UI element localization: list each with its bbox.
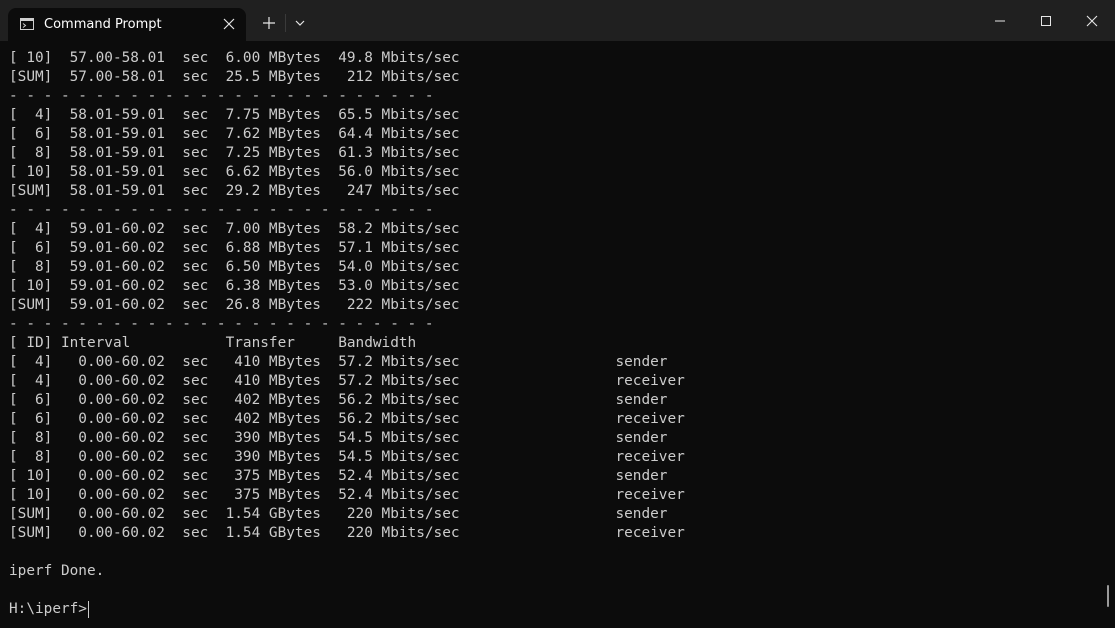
terminal-line: [ 8] 0.00-60.02 sec 390 MBytes 54.5 Mbit… — [9, 430, 668, 446]
title-separator — [285, 14, 286, 32]
terminal-line: - - - - - - - - - - - - - - - - - - - - … — [9, 316, 434, 332]
terminal-line: [SUM] 59.01-60.02 sec 26.8 MBytes 222 Mb… — [9, 297, 460, 313]
terminal-line: [ 6] 0.00-60.02 sec 402 MBytes 56.2 Mbit… — [9, 392, 668, 408]
terminal-line: [SUM] 57.00-58.01 sec 25.5 MBytes 212 Mb… — [9, 69, 460, 85]
terminal-icon — [20, 18, 34, 30]
prompt-text: H:\iperf> — [9, 601, 87, 617]
terminal-line: [ 8] 58.01-59.01 sec 7.25 MBytes 61.3 Mb… — [9, 145, 460, 161]
terminal-line: [ 4] 58.01-59.01 sec 7.75 MBytes 65.5 Mb… — [9, 107, 460, 123]
terminal-line: [ 4] 0.00-60.02 sec 410 MBytes 57.2 Mbit… — [9, 373, 685, 389]
terminal-window: Command Prompt [ 10] 57.00-58.01 sec 6.0… — [0, 0, 1115, 628]
plus-icon[interactable] — [260, 14, 278, 32]
terminal-line: - - - - - - - - - - - - - - - - - - - - … — [9, 88, 434, 104]
terminal-line: [ 6] 58.01-59.01 sec 7.62 MBytes 64.4 Mb… — [9, 126, 460, 142]
scrollbar-thumb[interactable] — [1107, 585, 1109, 607]
terminal-line: - - - - - - - - - - - - - - - - - - - - … — [9, 202, 434, 218]
terminal-line: [ 4] 59.01-60.02 sec 7.00 MBytes 58.2 Mb… — [9, 221, 460, 237]
terminal-line: [ 6] 59.01-60.02 sec 6.88 MBytes 57.1 Mb… — [9, 240, 460, 256]
close-window-button[interactable] — [1069, 0, 1115, 41]
terminal-output[interactable]: [ 10] 57.00-58.01 sec 6.00 MBytes 49.8 M… — [9, 49, 1099, 624]
terminal-line: iperf Done. — [9, 563, 105, 579]
prompt-line[interactable]: H:\iperf> — [9, 600, 1099, 619]
terminal-line: [SUM] 0.00-60.02 sec 1.54 GBytes 220 Mbi… — [9, 525, 685, 541]
minimize-button[interactable] — [977, 0, 1023, 41]
chevron-down-icon[interactable] — [291, 14, 309, 32]
terminal-line: [ 4] 0.00-60.02 sec 410 MBytes 57.2 Mbit… — [9, 354, 668, 370]
terminal-line: [SUM] 58.01-59.01 sec 29.2 MBytes 247 Mb… — [9, 183, 460, 199]
terminal-line: [ 8] 59.01-60.02 sec 6.50 MBytes 54.0 Mb… — [9, 259, 460, 275]
minimize-icon — [995, 20, 1005, 22]
terminal-line: [ ID] Interval Transfer Bandwidth — [9, 335, 417, 351]
terminal-line: [ 10] 59.01-60.02 sec 6.38 MBytes 53.0 M… — [9, 278, 460, 294]
maximize-icon — [1041, 16, 1051, 26]
tab-title: Command Prompt — [44, 17, 162, 32]
close-icon — [1086, 15, 1098, 27]
tab-command-prompt[interactable]: Command Prompt — [8, 8, 246, 41]
close-icon[interactable] — [222, 17, 236, 31]
terminal-line: [ 10] 0.00-60.02 sec 375 MBytes 52.4 Mbi… — [9, 487, 685, 503]
terminal-line: [ 6] 0.00-60.02 sec 402 MBytes 56.2 Mbit… — [9, 411, 685, 427]
terminal-line: [ 10] 0.00-60.02 sec 375 MBytes 52.4 Mbi… — [9, 468, 668, 484]
text-cursor — [87, 601, 89, 618]
terminal-line: [ 10] 58.01-59.01 sec 6.62 MBytes 56.0 M… — [9, 164, 460, 180]
title-bar: Command Prompt — [0, 0, 1115, 41]
terminal-line: [ 8] 0.00-60.02 sec 390 MBytes 54.5 Mbit… — [9, 449, 685, 465]
terminal-line: [SUM] 0.00-60.02 sec 1.54 GBytes 220 Mbi… — [9, 506, 668, 522]
terminal-line: [ 10] 57.00-58.01 sec 6.00 MBytes 49.8 M… — [9, 50, 460, 66]
maximize-button[interactable] — [1023, 0, 1069, 41]
